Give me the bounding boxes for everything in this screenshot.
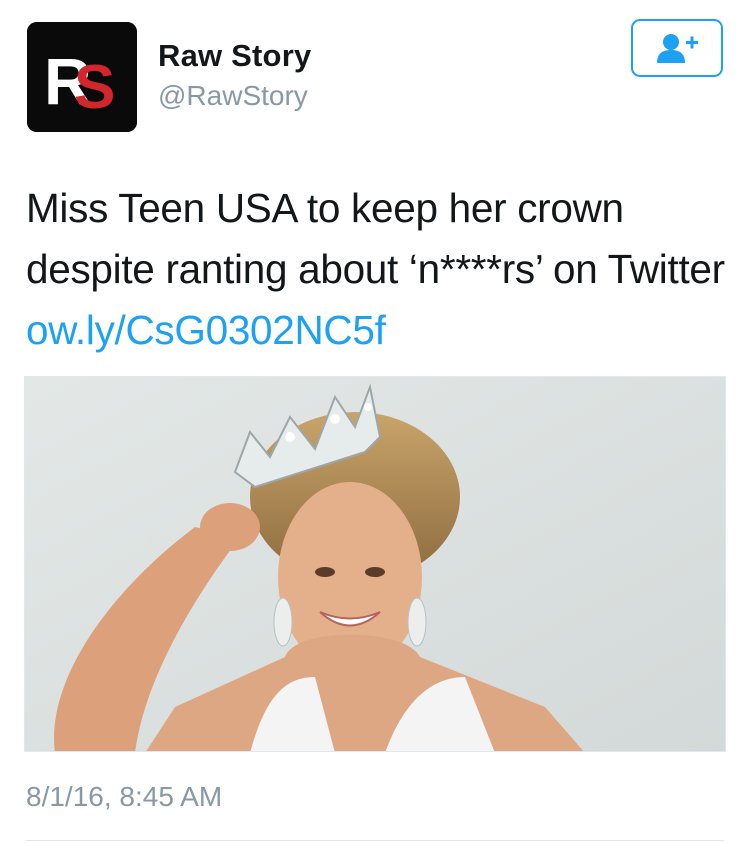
person-add-icon [657, 34, 698, 63]
tweet-text: Miss Teen USA to keep her crown despite … [26, 178, 726, 361]
tweet-timestamp[interactable]: 8/1/16, 8:45 AM [26, 781, 222, 813]
user-handle[interactable]: @RawStory [158, 80, 308, 112]
avatar[interactable]: R S [27, 22, 137, 132]
divider [26, 840, 724, 841]
tweet-body: Miss Teen USA to keep her crown despite … [26, 185, 725, 292]
svg-text:S: S [74, 53, 115, 122]
display-name[interactable]: Raw Story [158, 38, 311, 74]
follow-button[interactable] [631, 19, 723, 77]
tweet-link[interactable]: ow.ly/CsG0302NC5f [26, 307, 386, 353]
raw-story-logo: R S [27, 22, 137, 132]
photo-illustration [25, 377, 725, 751]
tweet-photo[interactable] [24, 376, 726, 752]
